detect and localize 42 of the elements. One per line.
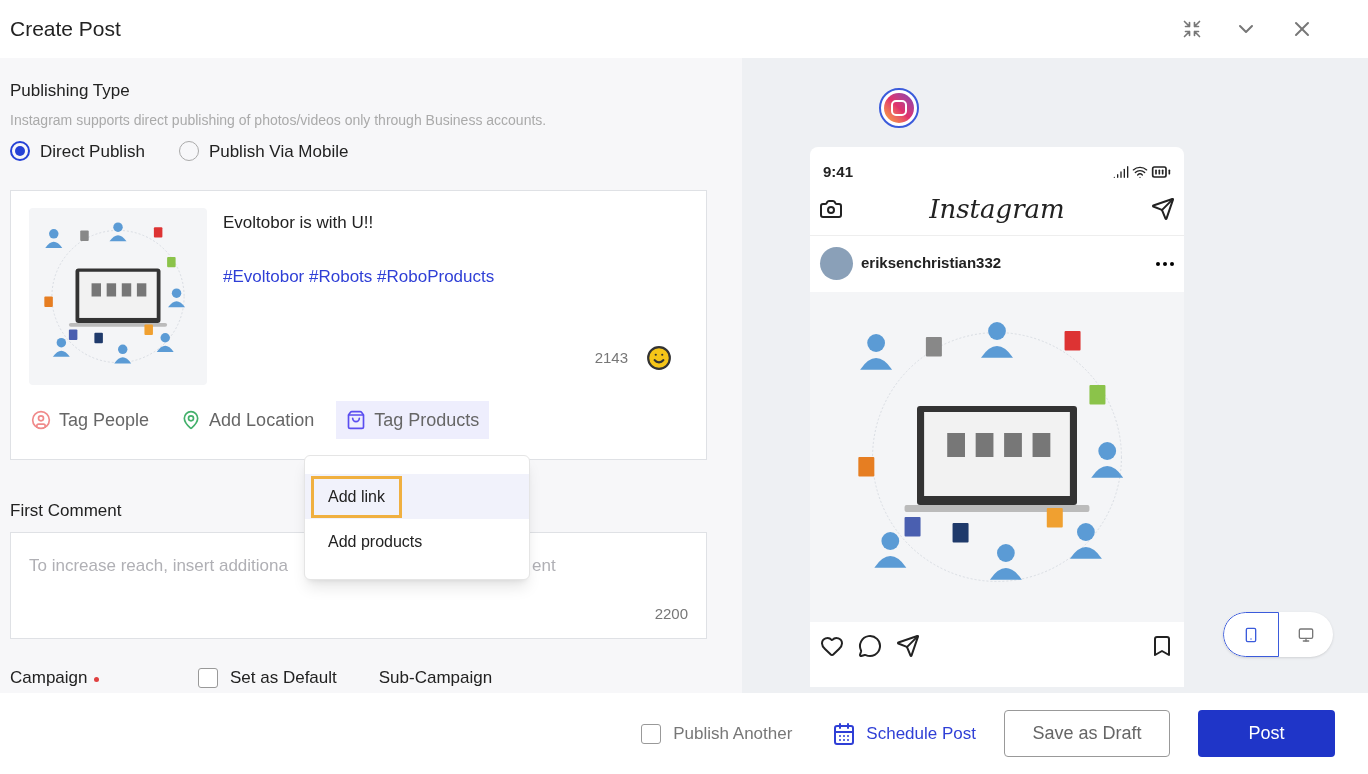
calendar-icon bbox=[832, 721, 857, 746]
save-draft-button[interactable]: Save as Draft bbox=[1004, 710, 1170, 757]
hint-text: Instagram supports direct publishing of photos/videos only through Business accounts. bbox=[10, 110, 548, 130]
menu-item[interactable]: Add link bbox=[305, 474, 529, 519]
tag-action-button[interactable]: Add Location bbox=[171, 401, 325, 439]
dialog-title: Create Post bbox=[10, 16, 121, 43]
monitor-icon bbox=[1298, 626, 1314, 643]
checkbox-option[interactable]: Set as Default bbox=[198, 666, 337, 689]
tag-action-button[interactable]: Tag Products bbox=[336, 401, 490, 439]
send-icon bbox=[896, 633, 920, 658]
comment-icon bbox=[858, 633, 882, 658]
post-button[interactable]: Post bbox=[1198, 710, 1335, 757]
schedule-post-link[interactable]: Schedule Post bbox=[832, 720, 976, 747]
field-label: Sub-Campaign bbox=[378, 666, 493, 689]
character-count: 2200 bbox=[654, 604, 688, 624]
person-icon bbox=[31, 410, 51, 430]
checkbox-option[interactable]: Publish Another bbox=[641, 720, 793, 747]
minimize-icon[interactable] bbox=[1182, 19, 1202, 39]
phone-icon bbox=[1243, 626, 1259, 643]
post-caption: Evoltobor is with U!! bbox=[223, 212, 375, 234]
radio-option[interactable]: Publish Via Mobile bbox=[178, 138, 349, 164]
emoji-icon[interactable] bbox=[646, 345, 672, 371]
radio-option[interactable]: Direct Publish bbox=[10, 138, 145, 164]
wifi-icon bbox=[1132, 164, 1148, 181]
more-icon bbox=[1156, 261, 1174, 266]
placeholder-text: To increase reach, insert additiona bbox=[29, 554, 288, 577]
instagram-logo-icon bbox=[878, 88, 919, 128]
field-label: Campaign bbox=[10, 666, 88, 689]
character-count: 2143 bbox=[594, 347, 628, 368]
section-heading: First Comment bbox=[10, 500, 123, 522]
shopping-bag-icon bbox=[346, 410, 367, 430]
tag-action-button[interactable]: Tag People bbox=[21, 401, 160, 439]
send-icon bbox=[1151, 197, 1175, 221]
camera-icon bbox=[819, 197, 843, 221]
app-logo-text: Instagram bbox=[929, 192, 1065, 226]
signal-icon bbox=[1113, 164, 1129, 181]
avatar bbox=[820, 247, 853, 280]
status-time: 9:41 bbox=[823, 162, 854, 182]
username: eriksenchristian332 bbox=[861, 253, 1002, 274]
hashtags-text: #Evoltobor #Robots #RoboProducts bbox=[223, 265, 496, 288]
placeholder-text: ent bbox=[532, 554, 556, 577]
section-heading: Publishing Type bbox=[10, 80, 131, 102]
